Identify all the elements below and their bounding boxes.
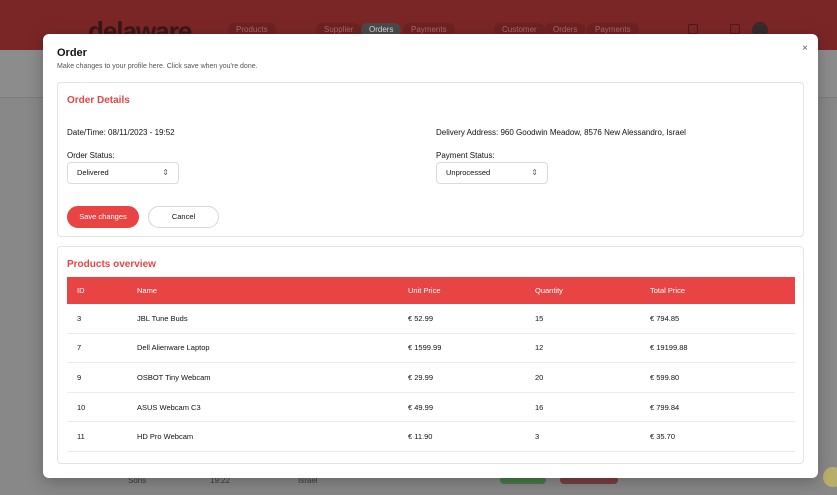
modal-title: Order bbox=[57, 47, 87, 59]
close-icon[interactable]: × bbox=[802, 43, 808, 54]
table-header: ID Name Unit Price Quantity Total Price bbox=[67, 277, 795, 304]
cell-quantity: 12 bbox=[535, 343, 544, 353]
cell-id: 10 bbox=[77, 402, 86, 412]
cell-unit-price: € 29.99 bbox=[408, 372, 434, 382]
cell-unit-price: € 11.90 bbox=[408, 432, 433, 442]
column-header-name: Name bbox=[137, 286, 158, 295]
cell-id: 7 bbox=[77, 343, 82, 353]
table-row[interactable]: 3 JBL Tune Buds € 52.99 15 € 794.85 bbox=[67, 304, 795, 334]
column-header-id: ID bbox=[77, 286, 85, 295]
order-status-select[interactable]: Delivered ⇕ bbox=[67, 162, 179, 184]
cell-total-price: € 799.84 bbox=[650, 402, 680, 412]
cell-total-price: € 599.80 bbox=[650, 372, 680, 382]
cell-id: 9 bbox=[77, 372, 82, 382]
cell-name: ASUS Webcam C3 bbox=[137, 402, 201, 412]
cancel-button[interactable]: Cancel bbox=[148, 206, 219, 228]
cell-id: 11 bbox=[77, 432, 85, 442]
payment-status-label: Payment Status: bbox=[436, 151, 495, 160]
cell-unit-price: € 52.99 bbox=[408, 313, 434, 323]
modal-subtitle: Make changes to your profile here. Click… bbox=[57, 63, 258, 70]
cell-name: Dell Alienware Laptop bbox=[137, 343, 210, 353]
cell-name: JBL Tune Buds bbox=[137, 313, 188, 323]
column-header-quantity: Quantity bbox=[535, 286, 563, 295]
chevron-updown-icon: ⇕ bbox=[531, 168, 538, 177]
cart-icon[interactable] bbox=[730, 24, 740, 34]
table-row[interactable]: 9 OSBOT Tiny Webcam € 29.99 20 € 599.80 bbox=[67, 363, 795, 393]
cell-quantity: 3 bbox=[535, 432, 540, 442]
cell-quantity: 20 bbox=[535, 372, 544, 382]
cell-name: OSBOT Tiny Webcam bbox=[137, 372, 211, 382]
cell-id: 3 bbox=[77, 313, 82, 323]
order-datetime: Date/Time: 08/11/2023 - 19:52 bbox=[67, 128, 175, 137]
cell-total-price: € 794.85 bbox=[650, 313, 680, 323]
order-details-card: Order Details Date/Time: 08/11/2023 - 19… bbox=[57, 82, 804, 237]
table-row[interactable]: 11 HD Pro Webcam € 11.90 3 € 35.70 bbox=[67, 422, 795, 452]
products-overview-title: Products overview bbox=[67, 259, 156, 270]
cell-total-price: € 19199.88 bbox=[650, 343, 688, 353]
cell-unit-price: € 49.99 bbox=[408, 402, 434, 412]
payment-status-value: Unprocessed bbox=[446, 168, 491, 177]
help-icon[interactable] bbox=[823, 467, 837, 487]
delivery-address: Delivery Address: 960 Goodwin Meadow, 85… bbox=[436, 128, 686, 137]
cell-quantity: 15 bbox=[535, 313, 544, 323]
table-row[interactable]: 7 Dell Alienware Laptop € 1599.99 12 € 1… bbox=[67, 334, 795, 364]
bell-icon[interactable] bbox=[688, 24, 698, 34]
cell-unit-price: € 1599.99 bbox=[408, 343, 442, 353]
order-status-label: Order Status: bbox=[67, 151, 115, 160]
products-overview-card: Products overview ID Name Unit Price Qua… bbox=[57, 246, 804, 464]
table-row[interactable]: 10 ASUS Webcam C3 € 49.99 16 € 799.84 bbox=[67, 393, 795, 423]
cell-quantity: 16 bbox=[535, 402, 544, 412]
cell-name: HD Pro Webcam bbox=[137, 432, 194, 442]
column-header-unit-price: Unit Price bbox=[408, 286, 441, 295]
payment-status-select[interactable]: Unprocessed ⇕ bbox=[436, 162, 548, 184]
column-header-total-price: Total Price bbox=[650, 286, 686, 295]
save-button[interactable]: Save changes bbox=[67, 206, 139, 228]
order-modal: Order Make changes to your profile here.… bbox=[43, 34, 818, 478]
order-details-title: Order Details bbox=[67, 95, 130, 106]
cell-total-price: € 35.70 bbox=[650, 432, 676, 442]
order-status-value: Delivered bbox=[77, 168, 109, 177]
products-table: ID Name Unit Price Quantity Total Price … bbox=[67, 277, 795, 452]
chevron-updown-icon: ⇕ bbox=[162, 168, 169, 177]
